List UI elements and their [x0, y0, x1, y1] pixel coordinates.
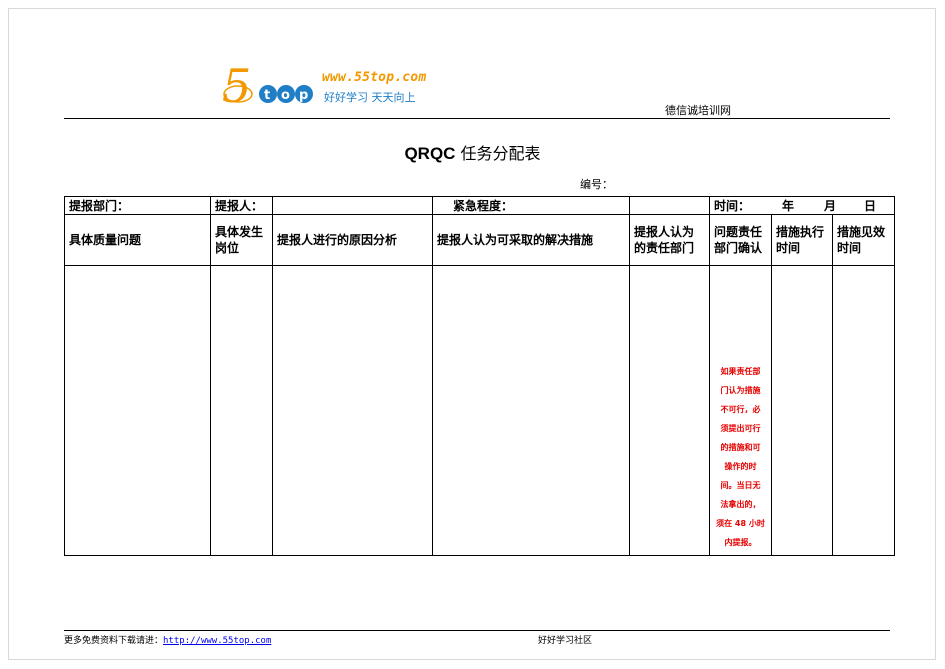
- logo: 5 t o p www.55top.com 好好学习 天天向上: [220, 58, 460, 112]
- note-line: 的措施和可: [720, 442, 761, 452]
- note-line: 操作的时: [724, 461, 757, 471]
- footer-divider: [64, 630, 890, 631]
- title-text: 任务分配表: [460, 144, 541, 163]
- solution-cell[interactable]: [432, 265, 630, 556]
- execution-time-cell[interactable]: [771, 265, 833, 556]
- time-cell[interactable]: 时间： 年 月 日: [708, 196, 896, 215]
- logo-mark-icon: 5 t o p: [222, 59, 313, 112]
- note-line: 须提出可行: [720, 423, 761, 433]
- svg-text:o: o: [281, 88, 290, 103]
- note-line: 如果责任部: [720, 366, 761, 376]
- column-header: 具体质量问题: [64, 214, 211, 266]
- note-line: 门认为措施: [720, 385, 761, 395]
- urgency-label: 紧急程度：: [453, 199, 514, 213]
- note-line: 内提报。: [724, 537, 757, 547]
- table-info-row: 提报部门： 提报人： 紧急程度： 时间： 年 月 日: [64, 196, 896, 215]
- footer-download-text: 更多免费资料下载请进：http://www.55top.com: [64, 633, 271, 646]
- logo-url: www.55top.com: [322, 70, 427, 85]
- table-header-row: 具体质量问题 具体发生岗位 提报人进行的原因分析 提报人认为可采取的解决措施 提…: [64, 214, 896, 266]
- day-label: 日: [864, 199, 877, 213]
- svg-text:t: t: [264, 88, 270, 103]
- column-header: 提报人认为可采取的解决措施: [432, 214, 630, 266]
- reporter-label: 提报人：: [215, 199, 264, 213]
- responsible-dept-cell[interactable]: [629, 265, 710, 556]
- reporter-value-cell[interactable]: [272, 196, 433, 215]
- table-body-row: 如果责任部 门认为措施 不可行，必 须提出可行 的措施和可 操作的时 间。当日无…: [64, 265, 896, 556]
- column-header: 提报人进行的原因分析: [272, 214, 433, 266]
- title-code: QRQC: [404, 144, 456, 163]
- note-line: 法拿出的，: [720, 499, 761, 509]
- dept-confirm-cell[interactable]: 如果责任部 门认为措施 不可行，必 须提出可行 的措施和可 操作的时 间。当日无…: [709, 265, 772, 556]
- column-header: 具体发生岗位: [210, 214, 273, 266]
- reporter-label-cell: 提报人：: [210, 196, 273, 215]
- logo-slogan: 好好学习 天天向上: [324, 91, 416, 104]
- dept-label: 提报部门：: [69, 199, 130, 213]
- site-name: 德信诚培训网: [665, 104, 731, 117]
- column-header: 问题责任部门确认: [709, 214, 772, 266]
- time-label: 时间：: [714, 199, 751, 213]
- month-label: 月: [824, 199, 837, 213]
- column-header: 措施见效时间: [831, 214, 896, 266]
- footer-community: 好好学习社区: [538, 636, 593, 646]
- quality-problem-cell[interactable]: [64, 265, 211, 556]
- urgency-value-cell[interactable]: [629, 196, 710, 215]
- footer-label: 更多免费资料下载请进：: [64, 636, 164, 646]
- header-divider: [64, 118, 890, 119]
- serial-number-label: 编号：: [580, 178, 613, 191]
- position-cell[interactable]: [210, 265, 273, 556]
- column-header: 措施执行时间: [771, 214, 833, 266]
- column-header: 提报人认为的责任部门: [629, 214, 710, 266]
- effective-time-cell[interactable]: [831, 265, 896, 556]
- note-line: 须在 48 小时: [716, 518, 765, 528]
- urgency-cell[interactable]: 紧急程度：: [432, 196, 630, 215]
- task-assignment-table: 提报部门： 提报人： 紧急程度： 时间： 年 月 日 具体质量问题 具体发生岗位 提报…: [64, 196, 896, 556]
- confirmation-note: 如果责任部 门认为措施 不可行，必 须提出可行 的措施和可 操作的时 间。当日无…: [712, 362, 769, 552]
- svg-text:p: p: [299, 88, 308, 103]
- cause-analysis-cell[interactable]: [272, 265, 433, 556]
- note-line: 间。当日无: [720, 480, 761, 490]
- page-title: QRQC 任务分配表: [0, 140, 945, 164]
- year-label: 年: [782, 199, 795, 213]
- dept-label-cell: 提报部门：: [64, 196, 211, 215]
- note-line: 不可行，必: [720, 404, 761, 414]
- footer-link[interactable]: http://www.55top.com: [163, 636, 271, 646]
